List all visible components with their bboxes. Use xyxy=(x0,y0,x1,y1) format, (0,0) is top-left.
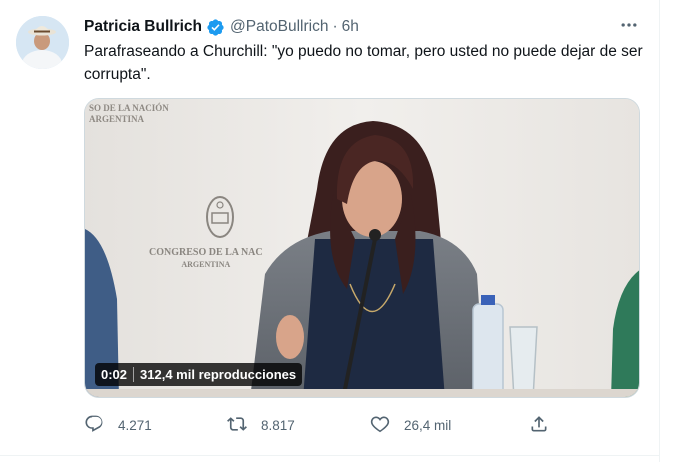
handle[interactable]: @PatoBullrich xyxy=(230,18,328,36)
tweet-actions: 4.271 8.817 26,4 mil xyxy=(84,410,564,440)
reply-icon xyxy=(84,414,104,437)
reply-button[interactable]: 4.271 xyxy=(84,410,152,440)
sign-line-2: ARGENTINA xyxy=(181,260,231,269)
verified-badge-icon xyxy=(206,18,225,37)
background-sign-top-left: SO DE LA NACIÓN ARGENTINA xyxy=(89,103,169,125)
avatar[interactable] xyxy=(16,16,69,69)
sign-line-1: CONGRESO DE LA NAC xyxy=(149,247,263,258)
tweet-header: Patricia Bullrich @PatoBullrich · 6h xyxy=(84,16,359,38)
separator-dot: · xyxy=(332,18,338,35)
divider xyxy=(0,455,660,456)
tweet-video[interactable]: SO DE LA NACIÓN ARGENTINA CONGRESO DE LA… xyxy=(84,98,640,398)
sign-line-2: ARGENTINA xyxy=(89,114,145,124)
display-name[interactable]: Patricia Bullrich xyxy=(84,18,202,36)
more-options-icon[interactable] xyxy=(618,14,640,36)
retweet-icon xyxy=(227,414,247,437)
like-icon xyxy=(370,414,390,437)
sign-line-1: SO DE LA NACIÓN xyxy=(89,103,169,113)
reply-count: 4.271 xyxy=(118,417,152,433)
share-button[interactable] xyxy=(529,410,549,440)
video-views: 312,4 mil reproducciones xyxy=(140,367,297,382)
like-count: 26,4 mil xyxy=(404,417,452,433)
overlay-divider xyxy=(133,367,135,382)
background-sign-center: CONGRESO DE LA NAC ARGENTINA xyxy=(149,247,263,271)
retweet-count: 8.817 xyxy=(261,417,295,433)
video-duration: 0:02 xyxy=(101,367,128,382)
tweet-text: Parafraseando a Churchill: "yo puedo no … xyxy=(84,43,643,83)
retweet-button[interactable]: 8.817 xyxy=(227,410,295,440)
tweet-card[interactable]: Patricia Bullrich @PatoBullrich · 6h Par… xyxy=(0,0,660,462)
avatar-image xyxy=(16,16,69,69)
share-icon xyxy=(529,414,549,437)
timestamp[interactable]: 6h xyxy=(342,18,359,36)
like-button[interactable]: 26,4 mil xyxy=(370,410,451,440)
video-info-overlay: 0:02 312,4 mil reproducciones xyxy=(95,363,303,386)
